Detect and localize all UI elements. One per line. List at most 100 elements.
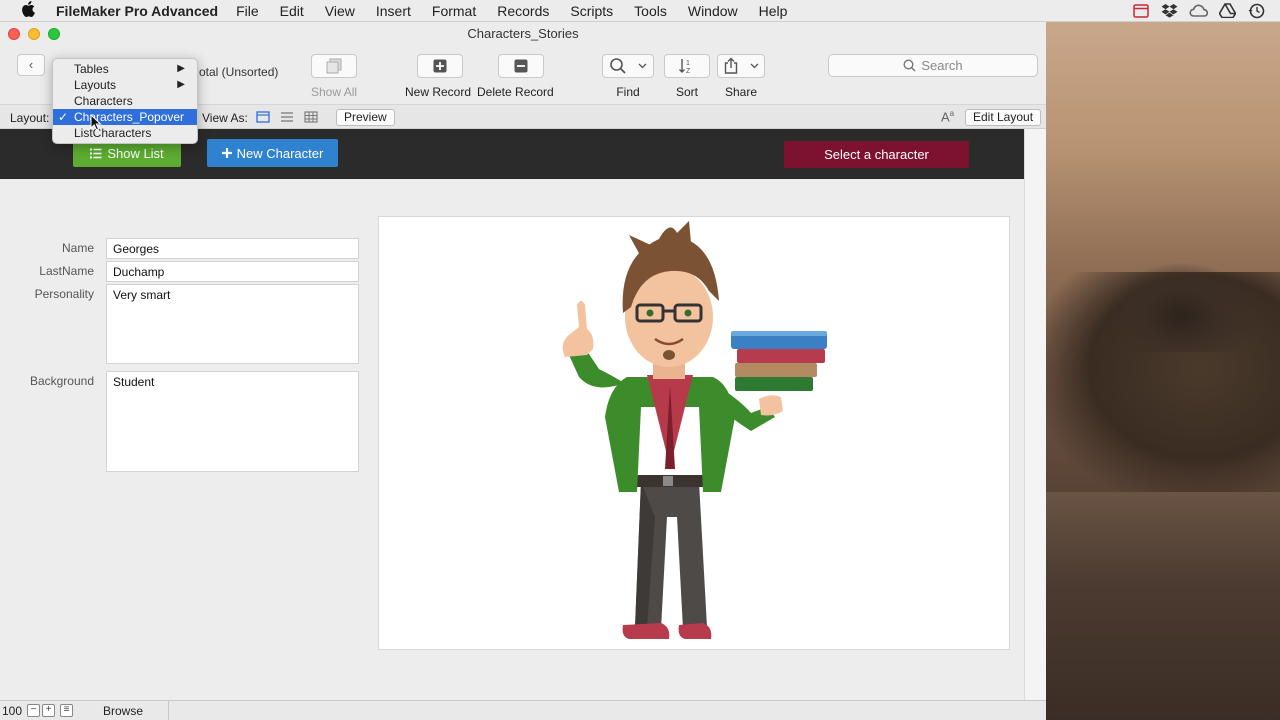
new-character-button[interactable]: New Character	[207, 139, 338, 167]
layout-menu-item-characters[interactable]: Characters	[53, 93, 197, 109]
form-view-icon[interactable]	[256, 111, 270, 123]
select-character-label: Select a character	[824, 147, 929, 162]
window-title: Characters_Stories	[467, 26, 579, 41]
new-record-icon	[417, 54, 464, 78]
window-status-bar: 100 − + ≡ Browse	[0, 700, 1046, 720]
sort-button[interactable]: 1Z Sort	[664, 54, 710, 99]
time-machine-icon[interactable]	[1247, 2, 1266, 19]
submenu-arrow-icon: ▶	[177, 79, 185, 90]
zoom-in-icon[interactable]: +	[42, 704, 55, 717]
menu-item-label: Tables	[74, 62, 109, 76]
calendar-icon[interactable]	[1131, 2, 1150, 19]
window-controls	[8, 28, 60, 40]
title-bar: Characters_Stories	[0, 22, 1046, 46]
share-label: Share	[724, 85, 758, 99]
lastname-field[interactable]: Duchamp	[106, 261, 359, 282]
find-button[interactable]: Find	[602, 54, 654, 99]
show-all-label: Show All	[311, 85, 358, 99]
desktop-background	[1046, 22, 1280, 720]
share-icon	[717, 54, 765, 78]
view-as-label: View As:	[202, 111, 248, 125]
menu-bar: FileMaker Pro Advanced File Edit View In…	[0, 0, 1280, 22]
toolbar-toggle-icon[interactable]: ≡	[60, 704, 73, 717]
menu-insert[interactable]: Insert	[376, 3, 411, 19]
delete-record-icon	[498, 54, 545, 78]
menu-records[interactable]: Records	[497, 3, 549, 19]
list-view-icon[interactable]	[280, 111, 294, 123]
svg-text:Z: Z	[686, 68, 691, 75]
personality-label: Personality	[34, 287, 94, 301]
list-icon	[90, 148, 102, 158]
creative-cloud-icon[interactable]	[1189, 2, 1208, 19]
svg-text:1: 1	[686, 60, 690, 67]
name-field[interactable]: Georges	[106, 238, 359, 259]
plus-icon	[221, 148, 232, 158]
show-all-icon	[311, 54, 358, 78]
background-field[interactable]: Student	[106, 371, 359, 472]
text-format-icon[interactable]: Aa	[941, 109, 954, 124]
show-all-button[interactable]: Show All	[311, 54, 357, 99]
share-button[interactable]: Share	[717, 54, 765, 99]
sort-label: Sort	[675, 85, 698, 99]
menu-view[interactable]: View	[325, 3, 355, 19]
checkmark-icon: ✓	[58, 110, 69, 124]
vertical-scrollbar[interactable]	[1024, 129, 1046, 700]
chevron-left-icon: ‹	[28, 57, 34, 72]
menu-item-label: Layouts	[74, 78, 117, 92]
menu-format[interactable]: Format	[432, 3, 476, 19]
mode-indicator[interactable]: Browse	[103, 704, 143, 718]
desktop-tree	[1106, 262, 1256, 352]
layout-content: Show List New Character Select a charact…	[0, 129, 1046, 700]
zoom-window-button[interactable]	[48, 28, 60, 40]
personality-field[interactable]: Very smart	[106, 284, 359, 364]
chevron-down-icon	[750, 63, 759, 69]
menu-tools[interactable]: Tools	[634, 3, 667, 19]
layout-menu-item-tables[interactable]: Tables ▶	[53, 61, 197, 77]
menu-item-label: ListCharacters	[74, 126, 152, 140]
menu-edit[interactable]: Edit	[280, 3, 304, 19]
table-view-icon[interactable]	[304, 111, 318, 123]
menu-scripts[interactable]: Scripts	[570, 3, 613, 19]
layout-label: Layout:	[10, 111, 50, 125]
sort-icon: 1Z	[664, 54, 710, 78]
layout-menu-item-characters-popover[interactable]: ✓ Characters_Popover	[53, 109, 197, 125]
search-placeholder: Search	[921, 58, 963, 73]
zoom-level[interactable]: 100	[2, 704, 22, 718]
character-illustration	[562, 221, 827, 639]
delete-record-button[interactable]: Delete Record	[477, 54, 554, 99]
new-character-label: New Character	[236, 145, 324, 161]
find-icon	[602, 54, 654, 78]
dropbox-icon[interactable]	[1160, 2, 1179, 19]
minimize-window-button[interactable]	[28, 28, 40, 40]
search-icon	[903, 59, 916, 72]
find-label: Find	[616, 85, 640, 99]
zoom-out-icon[interactable]: −	[27, 704, 40, 717]
show-list-label: Show List	[107, 145, 164, 161]
menu-help[interactable]: Help	[759, 3, 788, 19]
layout-menu-item-layouts[interactable]: Layouts ▶	[53, 77, 197, 93]
mouse-cursor-icon	[90, 114, 102, 131]
menu-window[interactable]: Window	[688, 3, 738, 19]
background-label: Background	[29, 374, 94, 388]
delete-record-label: Delete Record	[477, 85, 554, 99]
edit-layout-button[interactable]: Edit Layout	[965, 109, 1042, 126]
new-record-button[interactable]: New Record	[405, 54, 471, 99]
new-record-label: New Record	[405, 85, 472, 99]
lastname-label: LastName	[39, 264, 94, 278]
chevron-down-icon	[638, 63, 647, 69]
status-divider	[168, 701, 169, 720]
preview-button[interactable]: Preview	[336, 109, 395, 126]
drive-icon[interactable]	[1218, 2, 1237, 19]
found-count-text: otal (Unsorted)	[199, 65, 279, 79]
app-menu[interactable]: FileMaker Pro Advanced	[56, 3, 218, 19]
menu-item-label: Characters	[74, 94, 133, 108]
apple-icon[interactable]	[0, 0, 56, 21]
character-image-container[interactable]	[378, 216, 1010, 650]
select-character-button[interactable]: Select a character	[784, 141, 969, 168]
quick-find-search[interactable]: Search	[828, 54, 1038, 77]
close-window-button[interactable]	[8, 28, 20, 40]
menu-file[interactable]: File	[236, 3, 259, 19]
desktop-water	[1046, 492, 1280, 720]
layout-menu-item-listcharacters[interactable]: ListCharacters	[53, 125, 197, 141]
previous-record-button[interactable]: ‹	[17, 54, 45, 76]
